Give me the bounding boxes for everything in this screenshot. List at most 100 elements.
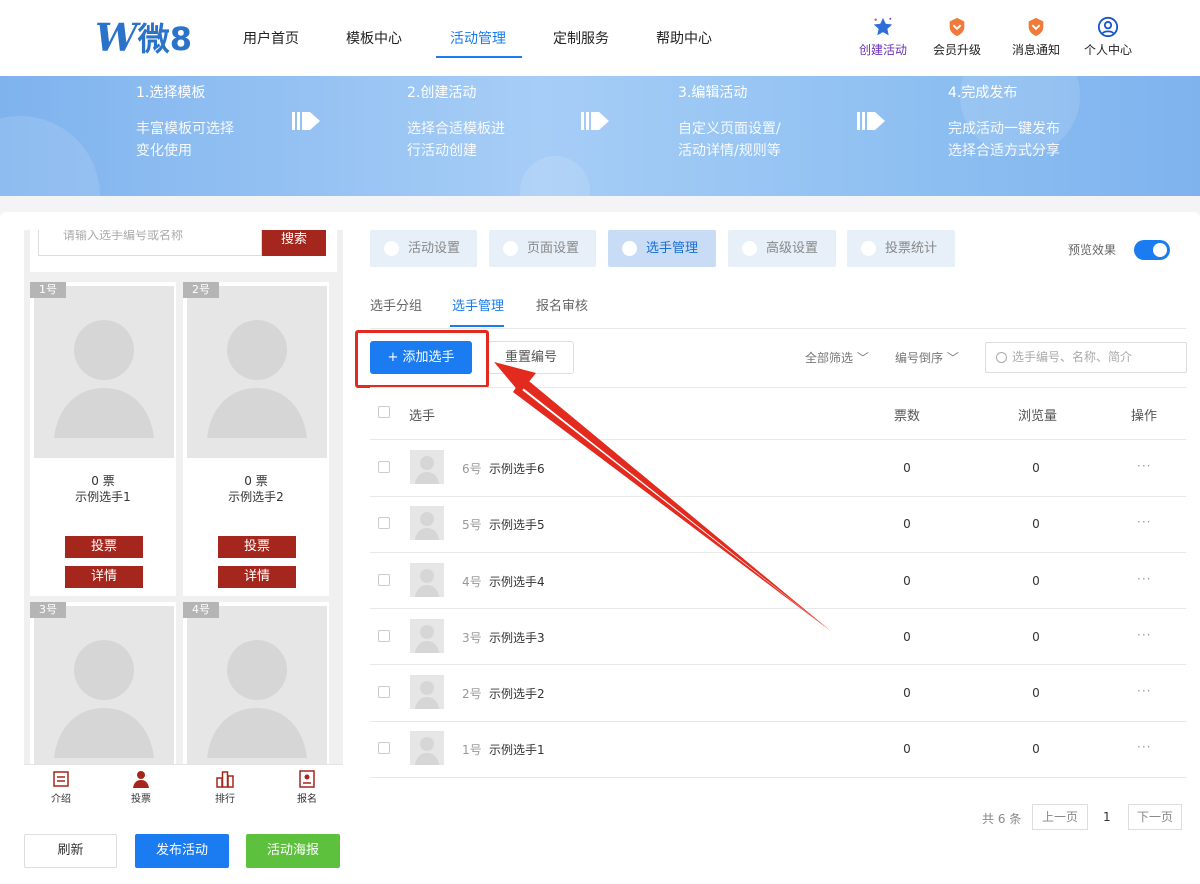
player-number-badge: 1号 <box>30 282 66 298</box>
player-search-input[interactable]: 选手编号、名称、简介 <box>985 342 1187 373</box>
vote-button[interactable]: 投票 <box>65 536 143 558</box>
step-desc: 变化使用 <box>136 143 192 159</box>
phone-tab-vote[interactable]: 投票 <box>121 769 161 805</box>
column-header-views: 浏览量 <box>1018 409 1058 424</box>
chart-icon <box>861 241 876 256</box>
player-card[interactable]: 2号 0 票 示例选手2 投票 详情 <box>183 282 329 596</box>
subtab-signup-review[interactable]: 报名审核 <box>536 295 588 314</box>
phone-tabbar: 介绍 投票 排行 报名 <box>24 764 343 806</box>
select-all-checkbox[interactable] <box>378 406 390 418</box>
phone-tab-intro[interactable]: 介绍 <box>41 769 81 805</box>
row-checkbox[interactable] <box>378 630 390 642</box>
activity-poster-button[interactable]: 活动海报 <box>246 834 340 868</box>
more-actions-button[interactable]: ··· <box>1137 459 1151 473</box>
player-name: 示例选手2 <box>489 687 545 701</box>
pagination-total: 共 6 条 <box>982 812 1022 826</box>
vip-shield-icon <box>949 17 965 37</box>
player-card[interactable]: 1号 0 票 示例选手1 投票 详情 <box>30 282 176 596</box>
player-votes: 0 <box>903 517 911 531</box>
tab-page-settings[interactable]: 页面设置 <box>489 230 596 267</box>
heart-icon <box>384 241 399 256</box>
player-photo-placeholder <box>34 606 174 778</box>
filter-all-dropdown[interactable]: 全部筛选 ﹀ <box>805 349 869 366</box>
divider <box>370 777 1186 778</box>
player-votes: 0 票 <box>91 474 115 488</box>
nav-item-templates[interactable]: 模板中心 <box>346 28 402 48</box>
prev-page-button[interactable]: 上一页 <box>1032 804 1088 830</box>
avatar-silhouette-icon <box>415 512 439 540</box>
row-checkbox[interactable] <box>378 742 390 754</box>
column-header-votes: 票数 <box>894 409 921 424</box>
step-desc: 完成活动一键发布 <box>948 121 1060 137</box>
create-activity-button[interactable]: 创建活动 <box>848 16 918 58</box>
user-center-button[interactable]: 个人中心 <box>1073 16 1143 58</box>
next-page-button[interactable]: 下一页 <box>1128 804 1182 830</box>
avatar-silhouette-icon <box>415 737 439 765</box>
divider <box>370 721 1186 722</box>
phone-tab-ranking[interactable]: 排行 <box>205 769 245 805</box>
row-checkbox[interactable] <box>378 517 390 529</box>
more-actions-button[interactable]: ··· <box>1137 628 1151 642</box>
phone-search-input[interactable]: 请输入选手编号或名称 <box>38 230 262 256</box>
nav-item-custom-service[interactable]: 定制服务 <box>553 28 609 48</box>
player-views: 0 <box>1032 574 1040 588</box>
current-page[interactable]: 1 <box>1103 810 1111 824</box>
logo[interactable]: W 微8 <box>95 14 192 60</box>
tab-advanced-settings[interactable]: 高级设置 <box>728 230 836 267</box>
player-votes: 0 <box>903 574 911 588</box>
highlight-box <box>355 330 489 388</box>
step-desc: 选择合适方式分享 <box>948 143 1060 159</box>
player-number: 1号 <box>462 743 482 757</box>
notification-icon <box>1028 17 1044 37</box>
tab-label: 高级设置 <box>766 241 819 256</box>
detail-button[interactable]: 详情 <box>218 566 296 588</box>
publish-activity-button[interactable]: 发布活动 <box>135 834 229 868</box>
row-checkbox[interactable] <box>378 574 390 586</box>
more-actions-button[interactable]: ··· <box>1137 515 1151 529</box>
nav-item-help[interactable]: 帮助中心 <box>656 28 712 48</box>
player-name: 示例选手5 <box>489 518 545 532</box>
nav-item-home[interactable]: 用户首页 <box>243 28 299 48</box>
phone-search-bar: 请输入选手编号或名称 搜索 <box>30 230 337 272</box>
player-views: 0 <box>1032 517 1040 531</box>
player-views: 0 <box>1032 630 1040 644</box>
detail-button[interactable]: 详情 <box>65 566 143 588</box>
more-actions-button[interactable]: ··· <box>1137 740 1151 754</box>
player-name: 示例选手2 <box>228 490 284 504</box>
column-header-actions: 操作 <box>1131 409 1158 424</box>
logo-mark: W <box>95 14 138 60</box>
refresh-button[interactable]: 刷新 <box>24 834 117 868</box>
avatar-silhouette-icon <box>415 681 439 709</box>
banner-decoration <box>520 156 590 196</box>
divider <box>370 608 1186 609</box>
reset-numbering-button[interactable]: 重置编号 <box>488 341 574 374</box>
tab-activity-settings[interactable]: 活动设置 <box>370 230 477 267</box>
preview-toggle[interactable] <box>1134 240 1170 260</box>
player-avatar <box>410 619 444 653</box>
subtab-player-management[interactable]: 选手管理 <box>452 295 504 314</box>
phone-tab-label: 介绍 <box>51 794 71 805</box>
subtab-active-indicator <box>450 325 504 327</box>
more-actions-button[interactable]: ··· <box>1137 684 1151 698</box>
preview-label: 预览效果 <box>1068 243 1117 257</box>
row-checkbox[interactable] <box>378 686 390 698</box>
subtab-player-groups[interactable]: 选手分组 <box>370 295 422 314</box>
notifications-label: 消息通知 <box>1011 43 1060 57</box>
tab-label: 活动设置 <box>408 241 461 256</box>
tab-player-management[interactable]: 选手管理 <box>608 230 716 267</box>
phone-tab-signup[interactable]: 报名 <box>287 769 327 805</box>
nav-item-activity-management[interactable]: 活动管理 <box>450 28 506 48</box>
user-circle-icon <box>1097 16 1119 38</box>
sort-order-dropdown[interactable]: 编号倒序 ﹀ <box>895 349 959 366</box>
more-actions-button[interactable]: ··· <box>1137 572 1151 586</box>
avatar-silhouette-icon <box>415 625 439 653</box>
phone-search-button[interactable]: 搜索 <box>262 230 326 256</box>
intro-icon <box>53 771 69 787</box>
star-icon <box>873 17 893 36</box>
row-checkbox[interactable] <box>378 461 390 473</box>
notifications-button[interactable]: 消息通知 <box>1001 16 1071 58</box>
step-title: 2.创建活动 <box>407 85 477 101</box>
vote-button[interactable]: 投票 <box>218 536 296 558</box>
tab-vote-statistics[interactable]: 投票统计 <box>847 230 955 267</box>
member-upgrade-button[interactable]: 会员升级 <box>922 16 992 58</box>
